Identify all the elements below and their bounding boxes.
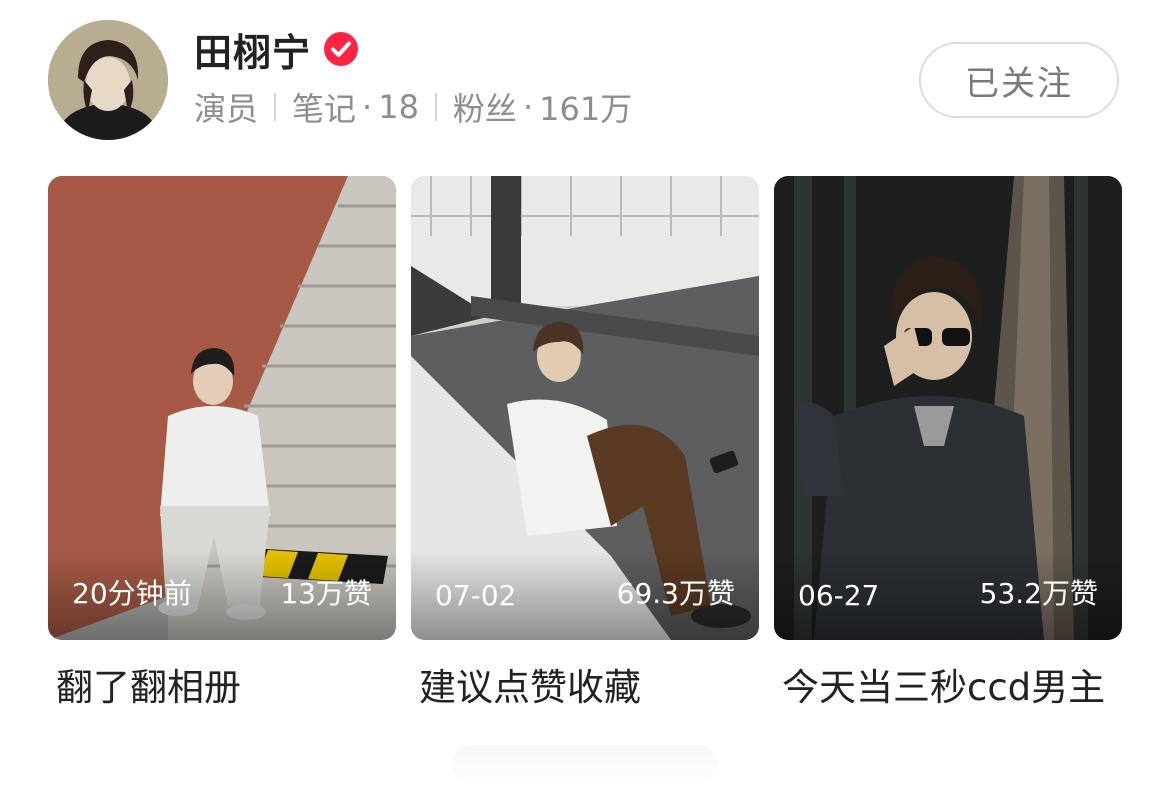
post-likes: 69.3万赞	[616, 577, 735, 610]
profile-role: 演员	[194, 90, 259, 128]
notes-dot: ·	[362, 88, 373, 126]
post-likes: 53.2万赞	[979, 577, 1098, 610]
notes-count: 18	[378, 88, 419, 126]
post-title[interactable]: 建议点赞收藏	[411, 660, 759, 716]
posts-grid: 20分钟前 13万赞 翻了翻相册 07-02 69.3万赞 建议点赞收藏 06-…	[48, 176, 1122, 786]
fans-dot: ·	[522, 88, 534, 126]
meta-divider	[434, 93, 437, 121]
post-thumbnail[interactable]: 06-27 53.2万赞	[774, 176, 1122, 640]
post-thumbnail[interactable]: 07-02 69.3万赞	[411, 176, 759, 640]
post-thumbnail[interactable]: 20分钟前 13万赞	[48, 176, 396, 640]
profile-name-row: 田栩宁	[194, 22, 359, 77]
verified-check-icon	[323, 31, 359, 67]
post-time: 20分钟前	[72, 577, 192, 610]
notes-label: 笔记	[292, 90, 357, 128]
home-indicator[interactable]	[452, 745, 718, 785]
profile-header: 田栩宁 演员 笔记 · 18 粉丝 · 161万 已关注	[0, 0, 1170, 160]
meta-divider	[274, 93, 277, 121]
profile-name[interactable]: 田栩宁	[194, 22, 311, 77]
following-button[interactable]: 已关注	[919, 42, 1119, 118]
post-title[interactable]: 今天当三秒ccd男主	[774, 660, 1122, 716]
profile-meta: 演员 笔记 · 18 粉丝 · 161万	[194, 84, 632, 130]
avatar-photo	[48, 20, 168, 140]
avatar[interactable]	[48, 20, 168, 140]
post-card[interactable]: 07-02 69.3万赞 建议点赞收藏	[411, 176, 759, 716]
post-card[interactable]: 20分钟前 13万赞 翻了翻相册	[48, 176, 396, 716]
fans-label: 粉丝	[452, 90, 517, 128]
fans-count: 161万	[539, 90, 633, 128]
post-likes: 13万赞	[280, 577, 372, 610]
post-time: 06-27	[798, 579, 880, 612]
post-card[interactable]: 06-27 53.2万赞 今天当三秒ccd男主	[774, 176, 1122, 716]
post-time: 07-02	[435, 579, 517, 612]
post-title[interactable]: 翻了翻相册	[48, 660, 396, 716]
